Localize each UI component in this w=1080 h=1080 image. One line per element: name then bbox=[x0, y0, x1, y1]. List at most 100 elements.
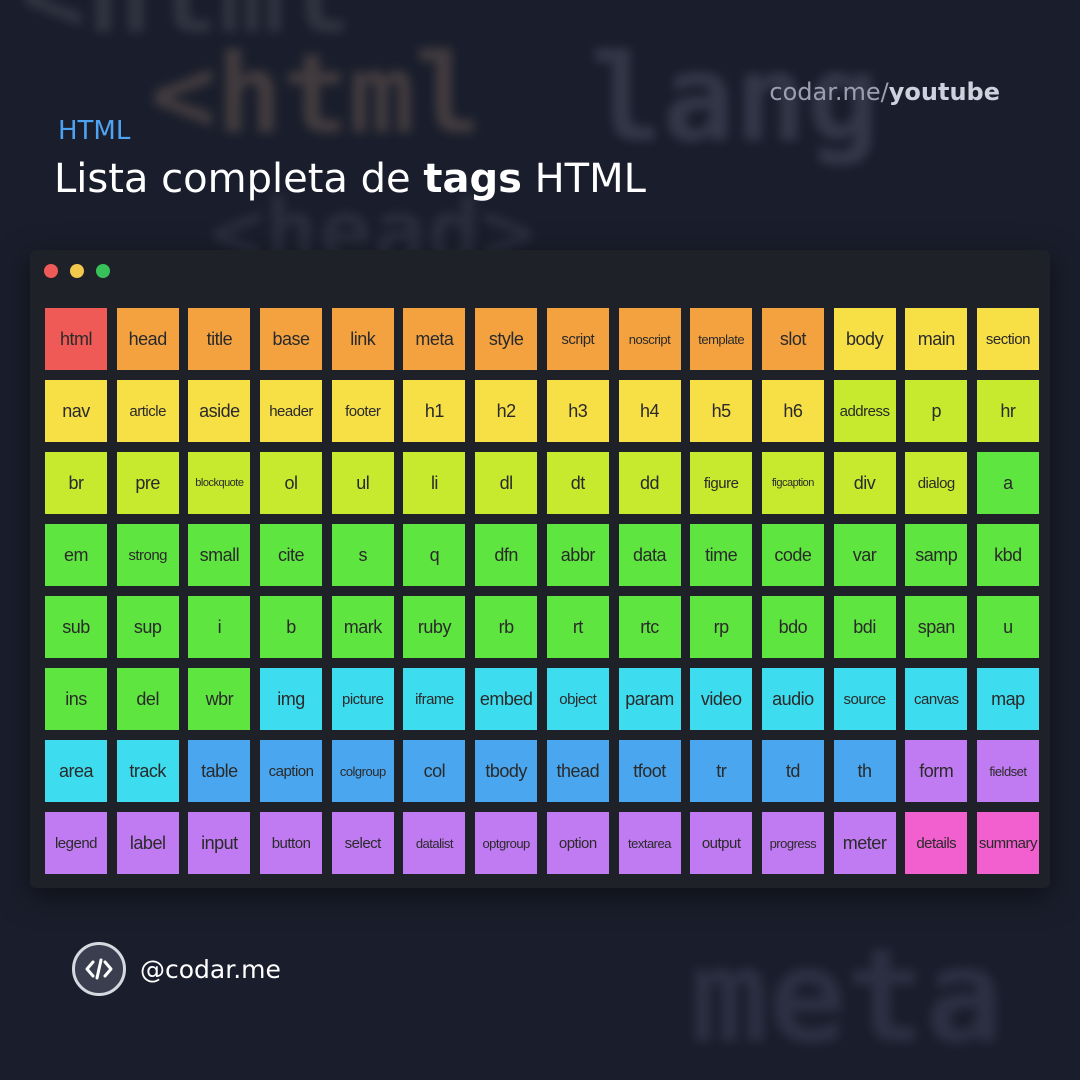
tag-rp: rp bbox=[690, 596, 753, 658]
tag-slot: slot bbox=[761, 308, 824, 370]
tag-address: address bbox=[833, 380, 896, 442]
tag-head: head bbox=[116, 308, 179, 370]
tag-main: main bbox=[905, 308, 968, 370]
tag-ol: ol bbox=[260, 452, 323, 514]
tag-ruby: ruby bbox=[403, 596, 466, 658]
tag-form: form bbox=[905, 740, 968, 802]
tag-samp: samp bbox=[905, 524, 968, 586]
tag-q: q bbox=[403, 524, 466, 586]
tag-th: th bbox=[833, 740, 896, 802]
tag-time: time bbox=[690, 524, 753, 586]
maximize-dot-icon bbox=[96, 264, 110, 278]
tag-rtc: rtc bbox=[618, 596, 681, 658]
title-prefix: Lista completa de bbox=[54, 156, 424, 202]
tag-h4: h4 bbox=[618, 380, 681, 442]
tag-video: video bbox=[690, 668, 753, 730]
tag-br: br bbox=[45, 452, 107, 514]
tag-caption: caption bbox=[260, 740, 323, 802]
tag-wbr: wbr bbox=[188, 668, 251, 730]
close-dot-icon bbox=[44, 264, 58, 278]
tag-details: details bbox=[905, 812, 968, 874]
tag-img: img bbox=[260, 668, 323, 730]
tag-audio: audio bbox=[761, 668, 824, 730]
tag-kbd: kbd bbox=[976, 524, 1039, 586]
tag-title: title bbox=[188, 308, 251, 370]
tag-tfoot: tfoot bbox=[618, 740, 681, 802]
tag-meta: meta bbox=[403, 308, 466, 370]
tag-bdo: bdo bbox=[761, 596, 824, 658]
tag-picture: picture bbox=[331, 668, 394, 730]
tag-map: map bbox=[976, 668, 1039, 730]
code-window: html head title base link meta style script nosc… bbox=[30, 250, 1050, 888]
code-slash-glyph bbox=[85, 958, 113, 980]
tag-aside: aside bbox=[188, 380, 251, 442]
tag-abbr: abbr bbox=[546, 524, 609, 586]
tag-body: body bbox=[833, 308, 896, 370]
title-suffix: HTML bbox=[521, 156, 646, 202]
tag-h5: h5 bbox=[690, 380, 753, 442]
tag-iframe: iframe bbox=[403, 668, 466, 730]
tag-grid: html head title base link meta style script nosc… bbox=[45, 308, 1039, 874]
tag-dialog: dialog bbox=[905, 452, 968, 514]
tag-blockquote: blockquote bbox=[188, 452, 251, 514]
tag-s: s bbox=[331, 524, 394, 586]
tag-template: template bbox=[690, 308, 753, 370]
tag-figcaption: figcaption bbox=[761, 452, 824, 514]
tag-p: p bbox=[905, 380, 968, 442]
url-path: youtube bbox=[888, 78, 1000, 106]
tag-tbody: tbody bbox=[475, 740, 538, 802]
tag-link: link bbox=[331, 308, 394, 370]
tag-area: area bbox=[45, 740, 107, 802]
tag-script: script bbox=[546, 308, 609, 370]
tag-a: a bbox=[976, 452, 1039, 514]
tag-base: base bbox=[260, 308, 323, 370]
tag-button: button bbox=[260, 812, 323, 874]
tag-em: em bbox=[45, 524, 107, 586]
tag-summary: summary bbox=[976, 812, 1039, 874]
youtube-link[interactable]: codar.me/youtube bbox=[769, 78, 1000, 106]
tag-h6: h6 bbox=[761, 380, 824, 442]
tag-colgroup: colgroup bbox=[331, 740, 394, 802]
tag-b: b bbox=[260, 596, 323, 658]
tag-dt: dt bbox=[546, 452, 609, 514]
tag-dfn: dfn bbox=[475, 524, 538, 586]
tag-nav: nav bbox=[45, 380, 107, 442]
window-controls bbox=[44, 264, 110, 278]
page-title: Lista completa de tags HTML bbox=[54, 156, 646, 202]
tag-li: li bbox=[403, 452, 466, 514]
tag-dl: dl bbox=[475, 452, 538, 514]
background-word: <html bbox=[150, 30, 482, 158]
tag-sup: sup bbox=[116, 596, 179, 658]
tag-optgroup: optgroup bbox=[475, 812, 538, 874]
tag-section: section bbox=[976, 308, 1039, 370]
tag-i: i bbox=[188, 596, 251, 658]
url-base: codar.me/ bbox=[769, 78, 889, 106]
tag-col: col bbox=[403, 740, 466, 802]
tag-table: table bbox=[188, 740, 251, 802]
tag-rt: rt bbox=[546, 596, 609, 658]
tag-rb: rb bbox=[475, 596, 538, 658]
tag-cite: cite bbox=[260, 524, 323, 586]
tag-tr: tr bbox=[690, 740, 753, 802]
tag-td: td bbox=[761, 740, 824, 802]
tag-small: small bbox=[188, 524, 251, 586]
tag-var: var bbox=[833, 524, 896, 586]
tag-h3: h3 bbox=[546, 380, 609, 442]
tag-footer: footer bbox=[331, 380, 394, 442]
tag-textarea: textarea bbox=[618, 812, 681, 874]
tag-style: style bbox=[475, 308, 538, 370]
tag-noscript: noscript bbox=[618, 308, 681, 370]
brand-handle: @codar.me bbox=[140, 954, 281, 984]
tag-source: source bbox=[833, 668, 896, 730]
tag-meter: meter bbox=[833, 812, 896, 874]
tag-span: span bbox=[905, 596, 968, 658]
tag-pre: pre bbox=[116, 452, 179, 514]
tag-figure: figure bbox=[690, 452, 753, 514]
tag-article: article bbox=[116, 380, 179, 442]
tag-sub: sub bbox=[45, 596, 107, 658]
tag-thead: thead bbox=[546, 740, 609, 802]
tag-param: param bbox=[618, 668, 681, 730]
code-slash-icon bbox=[72, 942, 126, 996]
tag-div: div bbox=[833, 452, 896, 514]
category-label: HTML bbox=[58, 116, 131, 146]
